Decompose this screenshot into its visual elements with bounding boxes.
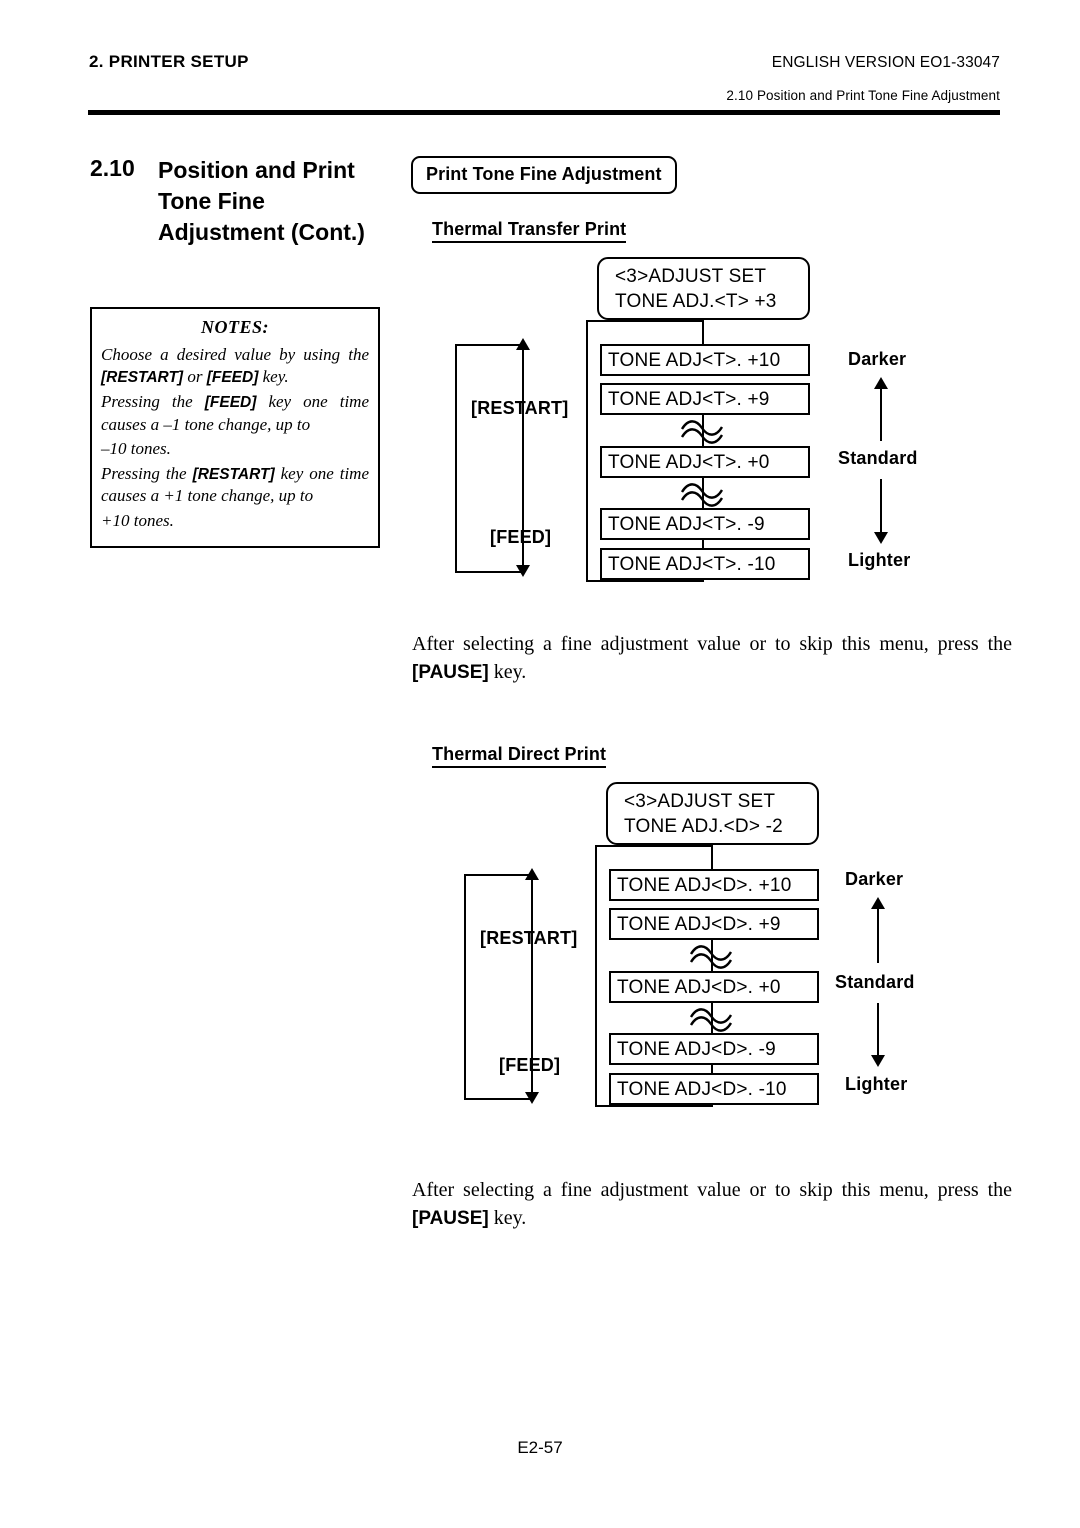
section-title-line-1: Position and Print xyxy=(158,157,355,183)
diagram2-loop-bottom-edge xyxy=(464,1098,534,1100)
diagram2-loop-left-edge xyxy=(464,874,466,1100)
diagram2-list-loop-bottom-edge xyxy=(595,1105,713,1107)
print-tone-fine-adjustment-caption: Print Tone Fine Adjustment xyxy=(411,156,677,194)
running-head-section: 2.10 Position and Print Tone Fine Adjust… xyxy=(726,88,1000,103)
diagram1-scale-arrow-down-head xyxy=(874,532,888,544)
diagram1-row-1[interactable]: TONE ADJ<T>. +9 xyxy=(600,383,810,415)
diagram2-arrow-up-head xyxy=(525,868,539,880)
diagram1-scale-lighter-label: Lighter xyxy=(848,550,911,570)
diagram2-list-loop-top-edge xyxy=(595,845,713,847)
diagram2-scale-arrow-down-head xyxy=(871,1055,885,1067)
notes-paragraph-3-tail: +10 tones. xyxy=(101,510,174,530)
diagram2-scale-arrow-down-shaft xyxy=(877,1003,879,1057)
para2-text-a: After selecting a fine adjustment value … xyxy=(412,1179,1012,1201)
diagram1-list-loop-top-edge xyxy=(586,320,704,322)
diagram1-connector-0 xyxy=(702,320,704,344)
section-number: 2.10 xyxy=(90,155,135,181)
diagram2-row-0[interactable]: TONE ADJ<D>. +10 xyxy=(609,869,819,901)
diagram2-lcd-display: <3>ADJUST SET TONE ADJ.<D> -2 xyxy=(606,782,819,845)
notes-p3-text-a: Pressing the xyxy=(101,463,193,483)
diagram1-feed-key-label: [FEED] xyxy=(490,527,552,547)
notes-p1-text-e: key. xyxy=(258,366,289,386)
diagram1-scale-standard-label: Standard xyxy=(838,448,918,468)
diagram2-scale-standard-label: Standard xyxy=(835,972,915,992)
notes-p1-text-c: or xyxy=(183,366,207,386)
diagram2-row-1[interactable]: TONE ADJ<D>. +9 xyxy=(609,908,819,940)
diagram2-scale-arrow-up-head xyxy=(871,897,885,909)
diagram2-row-2[interactable]: TONE ADJ<D>. +0 xyxy=(609,971,819,1003)
para1-text-a: After selecting a fine adjustment value … xyxy=(412,633,1012,655)
diagram2-scale-darker-label: Darker xyxy=(845,869,904,889)
running-head-chapter: 2. PRINTER SETUP xyxy=(89,52,249,71)
restart-key-label-2: [RESTART] xyxy=(192,465,275,483)
diagram1-row-0[interactable]: TONE ADJ<T>. +10 xyxy=(600,344,810,376)
diagram2-restart-key-label: [RESTART] xyxy=(480,928,578,948)
diagram1-arrow-down-head xyxy=(516,565,530,577)
diagram1-list-loop-left-edge xyxy=(586,320,588,582)
diagram2-connector-0 xyxy=(711,845,713,869)
notes-paragraph-2-tail: –10 tones. xyxy=(101,439,171,458)
diagram1-break-squiggle-2 xyxy=(680,483,724,507)
notes-box: NOTES: Choose a desired value by using t… xyxy=(90,307,380,548)
section-title: 2.10 Position and Print Tone Fine Adjust… xyxy=(90,155,420,248)
diagram2-scale-arrow-up-shaft xyxy=(877,907,879,963)
diagram2-arrow-down-head xyxy=(525,1092,539,1104)
diagram2-row-3[interactable]: TONE ADJ<D>. -9 xyxy=(609,1033,819,1065)
diagram2-break-squiggle-1 xyxy=(689,945,733,969)
section-title-line-2: Tone Fine xyxy=(158,188,265,214)
notes-paragraph-2: Pressing the [FEED] key one time causes … xyxy=(101,391,369,435)
restart-key-label: [RESTART] xyxy=(101,368,184,386)
pause-instruction-paragraph-1: After selecting a fine adjustment value … xyxy=(412,630,1012,687)
diagram1-list-loop-bottom-edge xyxy=(586,580,704,582)
diagram1-loop-top-edge xyxy=(455,344,525,346)
section-title-line-3: Adjustment (Cont.) xyxy=(158,219,365,245)
pause-key-label-1: [PAUSE] xyxy=(412,662,489,683)
diagram1-scale-arrow-up-shaft xyxy=(880,387,882,441)
thermal-transfer-print-heading: Thermal Transfer Print xyxy=(432,219,627,243)
diagram2-break-squiggle-2 xyxy=(689,1008,733,1032)
diagram2-scale-lighter-label: Lighter xyxy=(845,1074,908,1094)
diagram1-restart-key-label: [RESTART] xyxy=(471,398,569,418)
diagram2-lcd-line-1: <3>ADJUST SET xyxy=(624,791,776,812)
diagram1-row-2[interactable]: TONE ADJ<T>. +0 xyxy=(600,446,810,478)
diagram2-list-loop-left-edge xyxy=(595,845,597,1107)
diagram1-loop-bottom-edge xyxy=(455,571,525,573)
diagram1-lcd-display: <3>ADJUST SET TONE ADJ.<T> +3 xyxy=(597,257,810,320)
notes-paragraph-1: Choose a desired value by using the [RES… xyxy=(101,344,369,388)
diagram2-loop-top-edge xyxy=(464,874,534,876)
thermal-direct-print-heading: Thermal Direct Print xyxy=(432,744,607,768)
diagram1-row-4[interactable]: TONE ADJ<T>. -10 xyxy=(600,548,810,580)
diagram1-break-squiggle-1 xyxy=(680,420,724,444)
para2-text-c: key. xyxy=(488,1207,527,1229)
diagram1-scale-darker-label: Darker xyxy=(848,349,907,369)
diagram1-lcd-line-1: <3>ADJUST SET xyxy=(615,266,767,287)
diagram1-arrow-up-head xyxy=(516,338,530,350)
notes-p2-text-a: Pressing the xyxy=(101,392,205,411)
notes-paragraph-3: Pressing the [RESTART] key one time caus… xyxy=(101,463,369,507)
pause-instruction-paragraph-2: After selecting a fine adjustment value … xyxy=(412,1176,1012,1233)
diagram1-scale-arrow-up-head xyxy=(874,377,888,389)
diagram1-row-3[interactable]: TONE ADJ<T>. -9 xyxy=(600,508,810,540)
diagram2-feed-key-label: [FEED] xyxy=(499,1055,561,1075)
diagram2-row-4[interactable]: TONE ADJ<D>. -10 xyxy=(609,1073,819,1105)
header-divider-rule xyxy=(88,110,1000,115)
diagram1-lcd-line-2: TONE ADJ.<T> +3 xyxy=(615,291,777,312)
diagram2-lcd-line-2: TONE ADJ.<D> -2 xyxy=(624,816,783,837)
feed-key-label-2: [FEED] xyxy=(204,394,257,411)
para1-text-c: key. xyxy=(488,661,527,683)
notes-title: NOTES: xyxy=(200,317,269,337)
feed-key-label: [FEED] xyxy=(206,368,259,386)
page-number: E2-57 xyxy=(517,1438,563,1457)
pause-key-label-2: [PAUSE] xyxy=(412,1208,489,1229)
notes-p1-text-a: Choose a desired value by using the xyxy=(101,345,369,364)
running-head-version: ENGLISH VERSION EO1-33047 xyxy=(771,54,1000,71)
diagram1-loop-left-edge xyxy=(455,344,457,573)
diagram1-scale-arrow-down-shaft xyxy=(880,479,882,534)
